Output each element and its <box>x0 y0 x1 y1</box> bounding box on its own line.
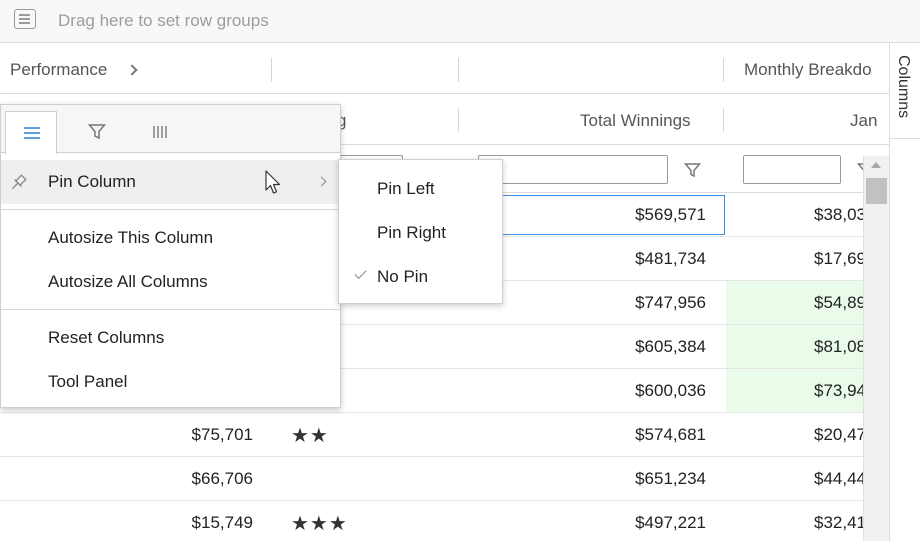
cell-value[interactable]: $75,701 <box>192 425 253 445</box>
menu-label-no-pin: No Pin <box>377 267 429 286</box>
table-row[interactable]: $75,701 ★★ $574,681 $20,47 <box>0 413 866 457</box>
filter-icon[interactable] <box>684 162 701 178</box>
filter-icon <box>87 124 107 140</box>
cell-jan[interactable]: $20,47 <box>814 425 866 445</box>
menu-item-autosize-this[interactable]: Autosize This Column <box>1 216 340 260</box>
header-separator <box>723 108 724 132</box>
cell-jan[interactable]: $81,08 <box>814 337 866 357</box>
mouse-cursor-icon <box>265 170 281 194</box>
menu-label-autosize-this: Autosize This Column <box>48 228 214 247</box>
table-row[interactable]: $66,706 $651,234 $44,44 <box>0 457 866 501</box>
header-separator <box>458 58 459 82</box>
columns-tab[interactable]: Columns <box>890 43 920 139</box>
side-panel: Columns <box>889 43 920 541</box>
cell-total-winnings[interactable]: $651,234 <box>635 469 706 489</box>
cell-jan[interactable]: $38,03 <box>814 205 866 225</box>
menu-item-pin-column[interactable]: Pin Column <box>1 160 340 204</box>
column-menu-tabs <box>1 105 340 154</box>
header-separator <box>271 58 272 82</box>
menu-label-tool-panel: Tool Panel <box>48 372 128 391</box>
cell-value[interactable]: $66,706 <box>192 469 253 489</box>
rating-stars: ★★★ <box>291 513 348 535</box>
column-menu: Pin Column Autosize This Column Autosize… <box>0 104 341 408</box>
menu-label-autosize-all: Autosize All Columns <box>48 272 208 291</box>
cell-jan[interactable]: $17,69 <box>814 249 866 269</box>
cell-jan[interactable]: $44,44 <box>814 469 866 489</box>
columns-icon <box>153 126 167 138</box>
menu-item-autosize-all[interactable]: Autosize All Columns <box>1 260 340 304</box>
tab-columns[interactable] <box>135 111 187 153</box>
menu-label-pin-left: Pin Left <box>377 179 435 198</box>
column-header-jan[interactable]: Jan <box>850 111 877 131</box>
group-header-monthly[interactable]: Monthly Breakdo <box>744 60 872 80</box>
tab-filter[interactable] <box>71 111 123 153</box>
group-header-row: Performance Monthly Breakdo <box>0 43 889 94</box>
cell-total-winnings[interactable]: $747,956 <box>635 293 706 313</box>
pin-submenu: Pin Left Pin Right No Pin <box>338 159 503 304</box>
tab-general[interactable] <box>5 111 57 154</box>
pin-icon <box>11 174 27 190</box>
menu-lines-icon <box>24 127 40 139</box>
menu-item-no-pin[interactable]: No Pin <box>339 254 502 298</box>
chevron-right-icon[interactable] <box>126 64 138 76</box>
menu-label-reset-columns: Reset Columns <box>48 328 165 347</box>
cell-total-winnings[interactable]: $497,221 <box>635 513 706 533</box>
column-header-total-winnings[interactable]: Total Winnings <box>580 111 691 131</box>
cell-jan[interactable]: $54,89 <box>814 293 866 313</box>
vertical-scrollbar[interactable] <box>863 156 889 541</box>
jan-filter-input[interactable] <box>743 155 841 184</box>
menu-label-pin-column: Pin Column <box>48 172 136 191</box>
cell-total-winnings[interactable]: $574,681 <box>635 425 706 445</box>
table-row[interactable]: $15,749 ★★★ $497,221 $32,41 <box>0 501 866 541</box>
menu-label-pin-right: Pin Right <box>377 223 446 242</box>
total-winnings-filter-input[interactable] <box>478 155 668 184</box>
cell-total-winnings[interactable]: $600,036 <box>635 381 706 401</box>
menu-divider <box>1 309 340 310</box>
cell-total-winnings[interactable]: $481,734 <box>635 249 706 269</box>
checkmark-icon <box>354 266 367 280</box>
row-group-placeholder: Drag here to set row groups <box>58 11 269 30</box>
menu-divider <box>1 209 340 210</box>
header-separator <box>723 58 724 82</box>
columns-tab-label: Columns <box>895 55 912 119</box>
cell-jan[interactable]: $32,41 <box>814 513 866 533</box>
header-separator <box>458 108 459 132</box>
cell-total-winnings[interactable]: $605,384 <box>635 337 706 357</box>
group-header-performance[interactable]: Performance <box>10 60 107 80</box>
cell-total-winnings[interactable]: $569,571 <box>635 205 706 225</box>
menu-item-pin-right[interactable]: Pin Right <box>339 210 502 254</box>
chevron-right-icon <box>316 176 327 187</box>
cell-value[interactable]: $15,749 <box>192 513 253 533</box>
menu-item-tool-panel[interactable]: Tool Panel <box>1 360 340 404</box>
cell-jan[interactable]: $73,94 <box>814 381 866 401</box>
row-group-drop-zone[interactable]: Drag here to set row groups <box>0 0 920 43</box>
menu-item-reset-columns[interactable]: Reset Columns <box>1 316 340 360</box>
scroll-up-icon[interactable] <box>871 162 881 168</box>
menu-item-pin-left[interactable]: Pin Left <box>339 166 502 210</box>
scrollbar-thumb[interactable] <box>866 178 887 204</box>
rating-stars: ★★ <box>291 425 329 447</box>
row-group-icon <box>14 9 36 29</box>
